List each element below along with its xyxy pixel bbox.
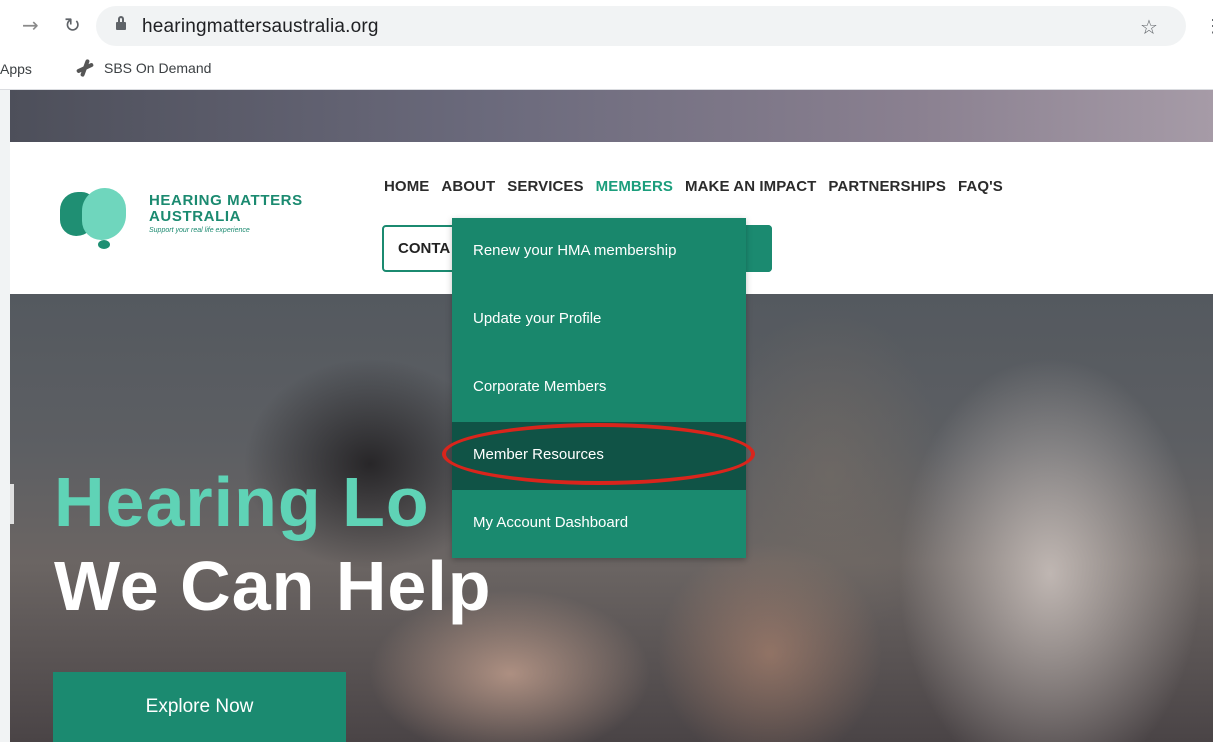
browser-toolbar: → ↻ hearingmattersaustralia.org ☆ ⋮ <box>0 0 1213 52</box>
nav-members[interactable]: MEMBERS <box>596 178 673 195</box>
nav-make-an-impact[interactable]: MAKE AN IMPACT <box>685 178 816 195</box>
nav-partnerships[interactable]: PARTNERSHIPS <box>828 178 946 195</box>
bookmark-apps[interactable]: Apps <box>0 61 32 77</box>
nav-home[interactable]: HOME <box>384 178 429 195</box>
members-dropdown-menu: Renew your HMA membership Update your Pr… <box>452 218 746 558</box>
bookmark-star-icon[interactable]: ☆ <box>1140 15 1158 39</box>
nav-faqs[interactable]: FAQ'S <box>958 178 1003 195</box>
menu-item-label: Corporate Members <box>473 378 607 395</box>
top-banner-image <box>10 90 1213 142</box>
logo-tagline: Support your real life experience <box>149 227 250 234</box>
nav-about[interactable]: ABOUT <box>441 178 495 195</box>
sbs-icon <box>76 59 94 77</box>
menu-item-renew-membership[interactable]: Renew your HMA membership <box>452 218 746 286</box>
carousel-prev-marker[interactable] <box>10 484 14 524</box>
lock-icon <box>116 16 126 32</box>
menu-item-update-profile[interactable]: Update your Profile <box>452 286 746 354</box>
bookmark-sbs-on-demand[interactable]: SBS On Demand <box>76 59 211 77</box>
url-text[interactable]: hearingmattersaustralia.org <box>142 16 379 38</box>
forward-arrow-icon[interactable]: → <box>22 14 39 36</box>
explore-now-label: Explore Now <box>145 696 254 717</box>
highlight-annotation-ellipse <box>442 423 755 485</box>
contact-button-label: CONTA <box>398 240 451 257</box>
browser-menu-icon[interactable]: ⋮ <box>1204 16 1213 37</box>
menu-item-label: My Account Dashboard <box>473 514 629 531</box>
contact-button-accent <box>744 225 772 272</box>
address-bar[interactable]: hearingmattersaustralia.org ☆ <box>96 6 1186 46</box>
hma-logo-icon[interactable] <box>58 188 128 254</box>
bookmark-label: SBS On Demand <box>104 60 212 76</box>
menu-item-label: Renew your HMA membership <box>473 242 677 259</box>
bookmarks-bar: Apps SBS On Demand <box>0 52 1213 90</box>
hero-title-line2: We Can Help <box>54 547 492 625</box>
menu-item-account-dashboard[interactable]: My Account Dashboard <box>452 490 746 558</box>
logo-text-line1: HEARING MATTERS <box>149 192 303 209</box>
reload-icon[interactable]: ↻ <box>64 14 81 36</box>
hero-title-line1: Hearing Lo <box>54 463 430 541</box>
nav-services[interactable]: SERVICES <box>507 178 583 195</box>
menu-item-corporate-members[interactable]: Corporate Members <box>452 354 746 422</box>
main-navigation: HOME ABOUT SERVICES MEMBERS MAKE AN IMPA… <box>384 178 1003 195</box>
logo-text-line2: AUSTRALIA <box>149 208 242 225</box>
menu-item-label: Update your Profile <box>473 310 602 327</box>
explore-now-button[interactable]: Explore Now <box>53 672 346 742</box>
